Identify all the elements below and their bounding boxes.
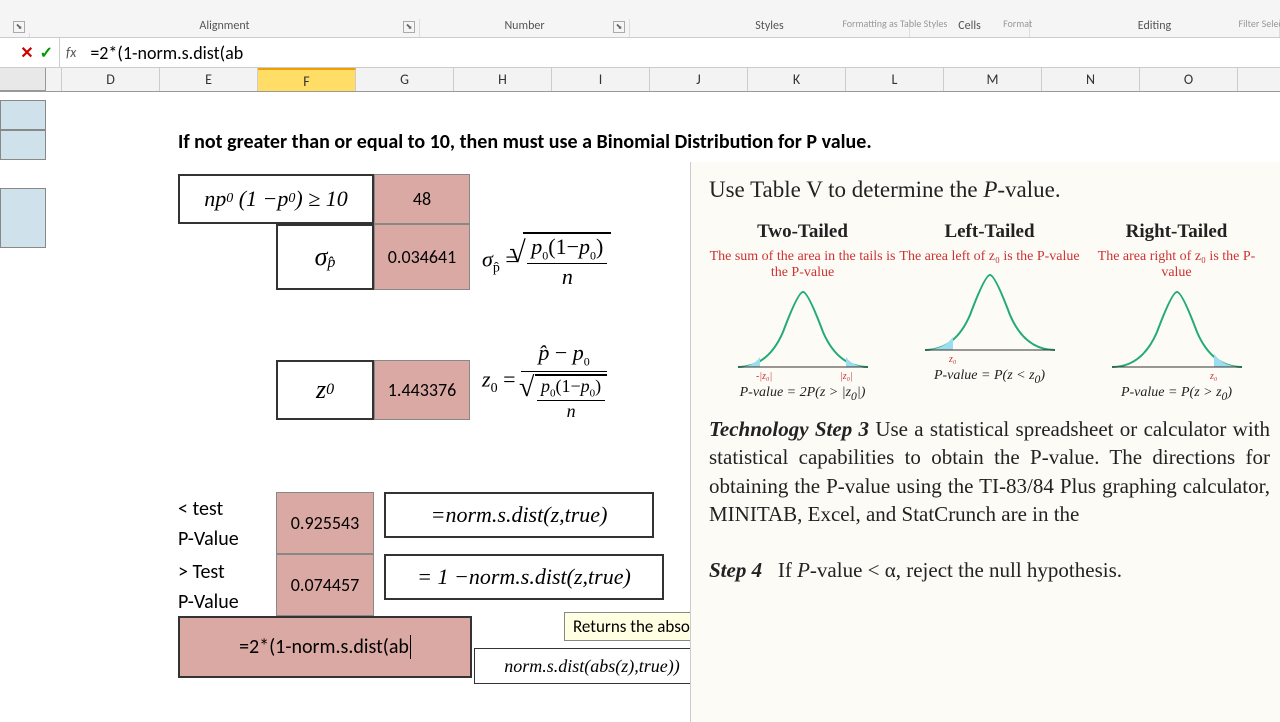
col-head-partial[interactable] xyxy=(46,68,62,91)
ribbon-label: Number xyxy=(504,19,544,33)
gt-value[interactable]: 0.074457 xyxy=(276,554,374,616)
fx-icon[interactable]: fx xyxy=(60,44,82,61)
col-head-H[interactable]: H xyxy=(454,68,552,91)
left-tailed-curve: z₀ xyxy=(915,265,1065,365)
col-sub: The area left of z₀ is the P-value xyxy=(896,249,1083,266)
col-head-L[interactable]: L xyxy=(846,68,944,91)
col-head-F[interactable]: F xyxy=(258,68,356,91)
col-head-M[interactable]: M xyxy=(944,68,1042,91)
col-head-N[interactable]: N xyxy=(1042,68,1140,91)
expand-icon[interactable]: ⬊ xyxy=(613,21,625,33)
z0-label-box: z0 xyxy=(276,360,374,420)
sigma-label-box: σp̂ xyxy=(276,224,374,290)
ribbon-label: Alignment xyxy=(199,19,249,33)
enter-icon[interactable]: ✓ xyxy=(40,43,53,63)
pv-label: P-value = P(z < z0) xyxy=(896,367,1083,388)
col-head-D[interactable]: D xyxy=(62,68,160,91)
ribbon-group-editing[interactable]: Filter SelectEditing xyxy=(1030,19,1280,37)
col-head-K[interactable]: K xyxy=(748,68,846,91)
gt-label2: P-Value xyxy=(178,590,239,614)
col-right-tailed: Right-Tailed The area right of z₀ is the… xyxy=(1083,219,1270,405)
ribbon-group-number[interactable]: Number ⬊ xyxy=(420,19,630,37)
editing-cell-text: =2*(1-norm.s.dist(ab xyxy=(239,635,409,659)
overlay-columns: Two-Tailed The sum of the area in the ta… xyxy=(709,219,1270,405)
ribbon-group-font-end: ⬊ xyxy=(0,33,30,37)
sigma-formula: σp̂ = √ p0(1−p0) n xyxy=(482,232,611,290)
column-headers: D E F G H I J K L M N O xyxy=(0,68,1280,92)
np-value[interactable]: 48 xyxy=(374,174,470,224)
col-head-J[interactable]: J xyxy=(650,68,748,91)
col-title: Left-Tailed xyxy=(896,219,1083,245)
tech-step-3: Technology Step 3 Use a statistical spre… xyxy=(709,415,1270,528)
z0-value[interactable]: 1.443376 xyxy=(374,360,470,420)
col-head-O[interactable]: O xyxy=(1140,68,1238,91)
pv-label: P-value = P(z > z0) xyxy=(1083,384,1270,405)
svg-text:-|z₀|: -|z₀| xyxy=(756,371,772,382)
instruction-text: If not greater than or equal to 10, then… xyxy=(178,130,872,154)
svg-text:z₀: z₀ xyxy=(948,354,957,365)
col-sub: The area right of z₀ is the P-value xyxy=(1083,249,1270,283)
overlay-header: Use Table V to determine the P-value. xyxy=(709,174,1270,205)
gt-label1: > Test xyxy=(178,560,225,584)
formula-bar: ✕ ✓ fx xyxy=(0,38,1280,68)
col-title: Two-Tailed xyxy=(709,219,896,245)
right-tailed-curve: z₀ xyxy=(1102,282,1252,382)
gt-formula-box: = 1 − norm.s.dist(z, true) xyxy=(384,554,664,600)
select-all-corner[interactable] xyxy=(0,68,46,91)
col-sub: The sum of the area in the tails is the … xyxy=(709,249,896,283)
col-left-tailed: Left-Tailed The area left of z₀ is the P… xyxy=(896,219,1083,405)
ribbon-top-hint: Filter Select xyxy=(1138,17,1280,30)
col-head-E[interactable]: E xyxy=(160,68,258,91)
formula-input[interactable] xyxy=(82,42,1280,64)
ribbon-group-cells[interactable]: FormatCells xyxy=(910,19,1030,37)
ribbon-groups: ⬊ Alignment ⬊ Number ⬊ Formatting as Table… xyxy=(0,0,1280,38)
two-tailed-curve: -|z₀| |z₀| xyxy=(728,282,878,382)
reference-overlay: Use Table V to determine the P-value. Tw… xyxy=(690,162,1280,722)
col-two-tailed: Two-Tailed The sum of the area in the ta… xyxy=(709,219,896,405)
cancel-icon[interactable]: ✕ xyxy=(20,43,33,63)
blue-cell[interactable] xyxy=(0,130,46,160)
formula-bar-buttons: ✕ ✓ xyxy=(0,38,60,67)
blue-cell[interactable] xyxy=(0,188,46,248)
col-title: Right-Tailed xyxy=(1083,219,1270,245)
worksheet[interactable]: If not greater than or equal to 10, then… xyxy=(0,92,1280,718)
step-4: Step 4 If P-value < α, reject the null h… xyxy=(709,556,1270,584)
lt-label1: < test xyxy=(178,497,223,521)
blue-cells xyxy=(0,100,46,248)
two-tail-formula-fragment: norm.s.dist(abs(z), true)) xyxy=(474,648,710,684)
ribbon-group-styles[interactable]: Formatting as Table StylesStyles xyxy=(630,19,910,37)
pv-label: P-value = 2P(z > |z0|) xyxy=(709,384,896,405)
svg-text:|z₀|: |z₀| xyxy=(840,371,853,382)
lt-value[interactable]: 0.925543 xyxy=(276,492,374,554)
blue-cell[interactable] xyxy=(0,100,46,130)
z0-formula: z0 = p̂ − p0 √ p0(1−p0) n xyxy=(482,340,607,423)
np-condition-box: np0 (1 − p0) ≥ 10 xyxy=(178,174,374,224)
editing-cell[interactable]: =2*(1-norm.s.dist(ab xyxy=(178,616,472,678)
col-head-G[interactable]: G xyxy=(356,68,454,91)
sigma-value[interactable]: 0.034641 xyxy=(374,224,470,290)
lt-label2: P-Value xyxy=(178,527,239,551)
expand-icon[interactable]: ⬊ xyxy=(403,21,415,33)
ribbon-group-alignment[interactable]: Alignment ⬊ xyxy=(30,19,420,37)
lt-formula-box: = norm.s.dist(z, true) xyxy=(384,492,654,538)
col-head-I[interactable]: I xyxy=(552,68,650,91)
svg-text:z₀: z₀ xyxy=(1209,371,1218,382)
expand-icon[interactable]: ⬊ xyxy=(13,21,25,33)
